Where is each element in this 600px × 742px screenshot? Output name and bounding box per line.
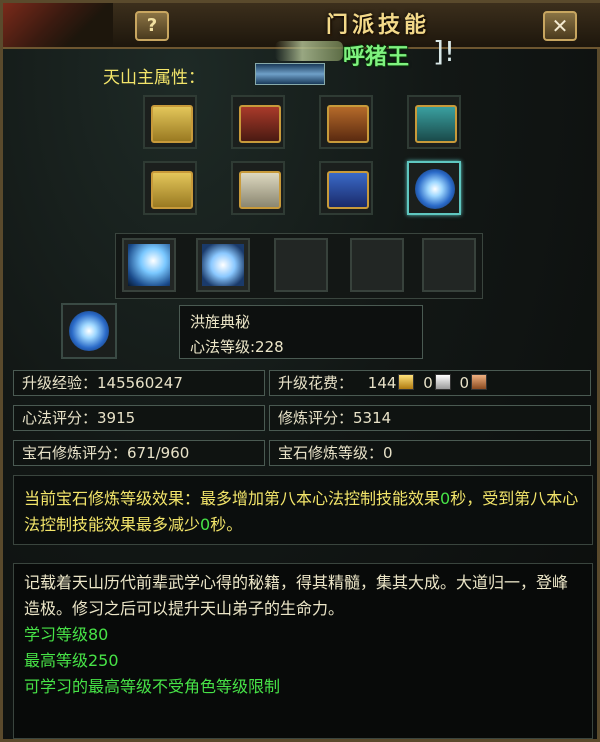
skill-art	[128, 244, 170, 286]
scroll-book-icon[interactable]	[143, 95, 197, 149]
upgrade-exp: 升级经验：145560247	[13, 370, 265, 396]
overlay-bracket: ]!	[433, 35, 456, 68]
effect-text-1: 当前宝石修炼等级效果：最多增加第八本心法控制技能效果	[24, 489, 441, 508]
skill-description: 记载着天山历代前辈武学心得的秘籍，得其精髓，集其大成。大道归一，登峰造极。修习之…	[13, 563, 593, 739]
book-art	[151, 171, 193, 209]
corner-decoration	[3, 3, 113, 47]
red-book-icon[interactable]	[231, 95, 285, 149]
book-art	[327, 171, 369, 209]
close-button[interactable]: ✕	[543, 11, 577, 41]
empty-skill-slot[interactable]	[350, 238, 404, 292]
help-button[interactable]: ?	[135, 11, 169, 41]
skill-slot-bar	[115, 233, 483, 299]
empty-skill-slot[interactable]	[422, 238, 476, 292]
orb-art	[415, 169, 455, 209]
book-art	[327, 105, 369, 143]
level-note: 可学习的最高等级不受角色等级限制	[24, 677, 281, 696]
skill-art	[202, 244, 244, 286]
lightning-strike-icon[interactable]	[122, 238, 176, 292]
book-art	[239, 171, 281, 209]
open-book-icon[interactable]	[143, 161, 197, 215]
skill-level: 心法等级:228	[190, 338, 284, 356]
effect-text-3: 秒。	[210, 515, 243, 534]
book-art	[415, 105, 457, 143]
upgrade-cost: 升级花费： 144 0 0	[269, 370, 591, 396]
copper-amount: 0	[459, 374, 470, 392]
selected-skill-icon[interactable]	[61, 303, 117, 359]
effect-value-2: 0	[200, 515, 211, 534]
white-book-icon[interactable]	[231, 161, 285, 215]
blue-book-icon[interactable]	[319, 161, 373, 215]
gold-coin-icon	[398, 374, 415, 390]
xinfa-score: 心法评分：3915	[13, 405, 265, 431]
orb-art	[69, 311, 109, 351]
window-title: 门派技能	[325, 13, 430, 38]
upgrade-cost-label: 升级花费：	[278, 374, 354, 392]
empty-skill-slot[interactable]	[274, 238, 328, 292]
gem-effect-box: 当前宝石修炼等级效果：最多增加第八本心法控制技能效果0秒，受到第八本心法控制技能…	[13, 475, 593, 545]
copper-coin-icon	[471, 374, 488, 390]
effect-value-1: 0	[440, 489, 451, 508]
overlay-decoration	[275, 41, 343, 61]
silver-coin-icon	[434, 374, 451, 390]
teal-book-icon[interactable]	[407, 95, 461, 149]
player-name-overlay: 呼猪王	[343, 45, 410, 70]
silver-amount: 0	[423, 374, 433, 392]
skill-window: ? 门派技能 ✕ 呼猪王 ]! 天山主属性： 洪旌典秘 心法等级:228 升级经…	[0, 0, 600, 742]
description-text: 记载着天山历代前辈武学心得的秘籍，得其精髓，集其大成。大道归一，登峰造极。修习之…	[24, 573, 569, 618]
xiulian-score: 修炼评分：5314	[269, 405, 591, 431]
book-art	[151, 105, 193, 143]
brown-book-icon[interactable]	[319, 95, 373, 149]
gem-level: 宝石修炼等级：0	[269, 440, 591, 466]
skill-name: 洪旌典秘	[190, 313, 251, 331]
attribute-label: 天山主属性：	[103, 68, 205, 88]
gold-amount: 144	[367, 374, 397, 392]
book-art	[239, 105, 281, 143]
selected-skill-info: 洪旌典秘 心法等级:228	[179, 305, 423, 359]
galaxy-orb-icon[interactable]	[407, 161, 461, 215]
gem-score: 宝石修炼评分：671/960	[13, 440, 265, 466]
learn-level: 学习等级80	[24, 625, 109, 644]
whirlwind-icon[interactable]	[196, 238, 250, 292]
max-level: 最高等级250	[24, 651, 119, 670]
attribute-icon	[255, 63, 325, 85]
